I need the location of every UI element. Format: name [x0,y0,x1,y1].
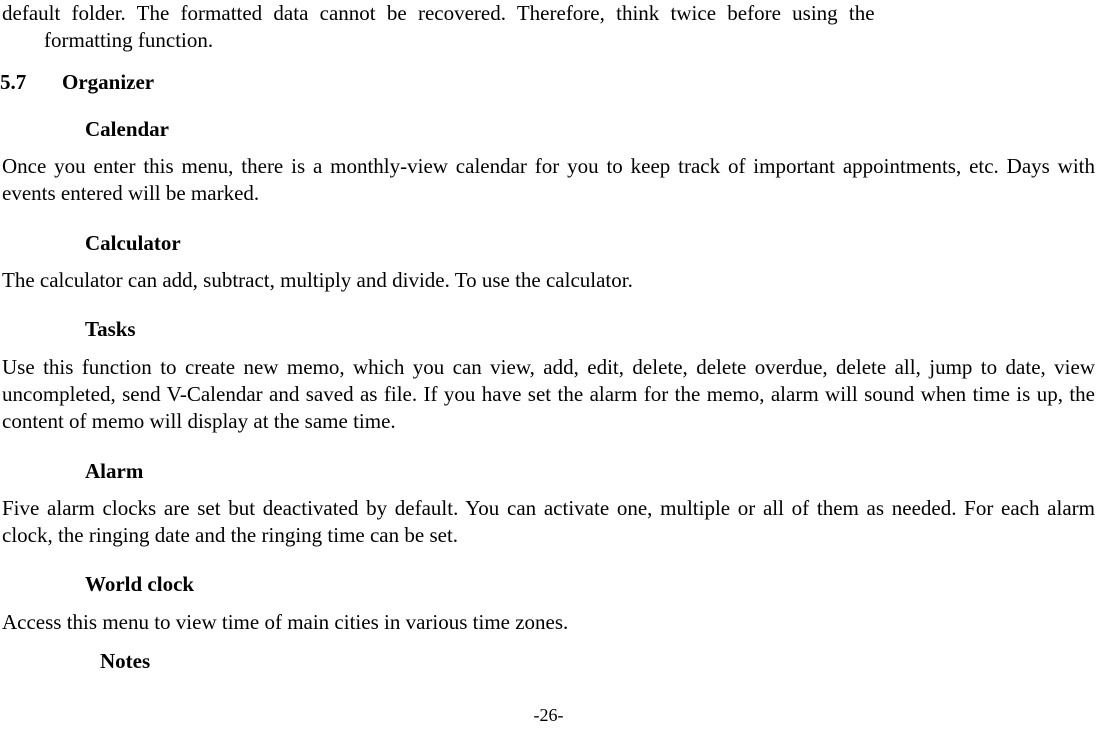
subheading-tasks: Tasks [0,302,1097,353]
subheading-worldclock: World clock [0,557,1097,608]
body-worldclock: Access this menu to view time of main ci… [0,609,1097,644]
subheading-notes: Notes [0,644,1097,675]
section-heading-organizer: 5.7Organizer [0,55,1097,102]
section-number: 5.7 [0,69,62,96]
subheading-calendar: Calendar [0,102,1097,153]
subheading-alarm: Alarm [0,444,1097,495]
section-title: Organizer [62,70,154,94]
subheading-calculator: Calculator [0,216,1097,267]
page-number: -26- [0,704,1097,727]
body-calendar: Once you enter this menu, there is a mon… [0,153,1097,216]
intro-paragraph-line2: formatting function. [0,27,1097,54]
body-alarm: Five alarm clocks are set but deactivate… [0,495,1097,558]
document-page: default folder. The formatted data canno… [0,0,1097,675]
body-tasks: Use this function to create new memo, wh… [0,354,1097,444]
intro-paragraph-line1: default folder. The formatted data canno… [0,0,1097,27]
body-calculator: The calculator can add, subtract, multip… [0,267,1097,302]
